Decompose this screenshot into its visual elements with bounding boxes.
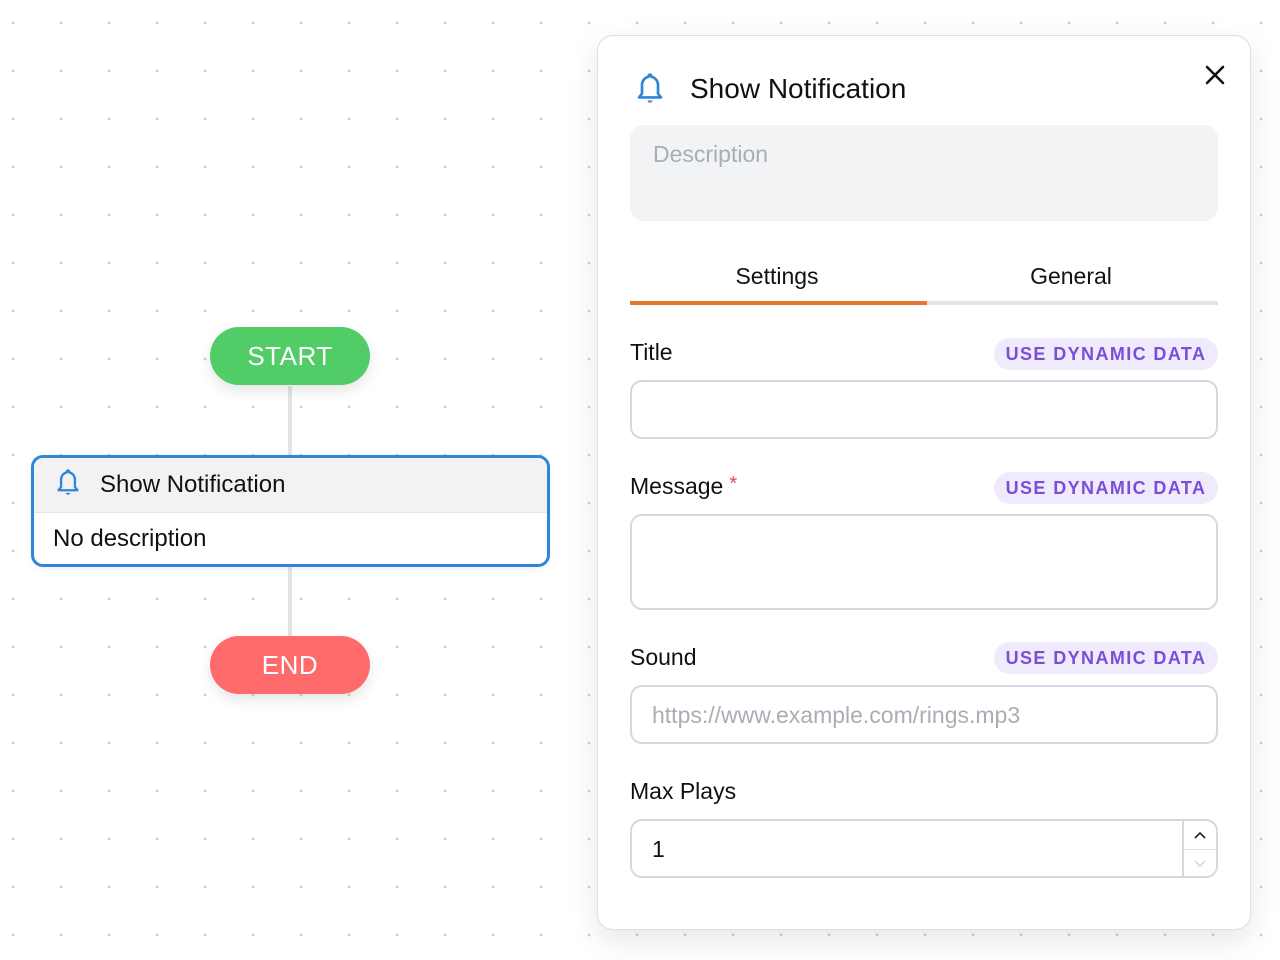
max-plays-label: Max Plays: [630, 778, 737, 804]
end-node[interactable]: END: [210, 636, 370, 694]
description-placeholder: Description: [653, 141, 769, 167]
panel-title: Show Notification: [690, 73, 907, 104]
title-input[interactable]: [630, 380, 1218, 439]
sound-use-dynamic-data-button[interactable]: USE DYNAMIC DATA: [994, 642, 1218, 674]
tab-general-indicator: [927, 301, 1218, 305]
close-icon: [1205, 65, 1225, 85]
flow-node-show-notification[interactable]: Show Notification No description: [31, 455, 550, 567]
chevron-up-icon: [1194, 831, 1206, 839]
message-use-dynamic-data-button[interactable]: USE DYNAMIC DATA: [994, 472, 1218, 504]
edge-start-to-node: [288, 386, 292, 456]
required-indicator: *: [729, 473, 738, 495]
panel-tabs: Settings General: [630, 251, 1218, 306]
description-input[interactable]: Description: [630, 125, 1218, 221]
max-plays-value: 1: [652, 836, 665, 862]
decrement-button[interactable]: [1184, 850, 1216, 878]
tab-settings-label: Settings: [735, 262, 819, 289]
edge-node-to-end: [288, 564, 292, 637]
message-label-text: Message: [630, 473, 724, 499]
chevron-down-icon: [1194, 860, 1206, 867]
node-description: No description: [53, 524, 207, 552]
tab-settings[interactable]: Settings: [630, 251, 924, 301]
max-plays-stepper: [1182, 821, 1216, 876]
max-plays-number-input[interactable]: 1: [630, 819, 1218, 878]
message-label: Message *: [630, 473, 737, 500]
node-title: Show Notification: [100, 471, 286, 498]
start-node[interactable]: START: [210, 327, 370, 385]
title-label: Title: [630, 339, 673, 365]
bell-icon: [634, 71, 666, 112]
tab-settings-indicator: [630, 301, 927, 305]
title-use-dynamic-data-button[interactable]: USE DYNAMIC DATA: [994, 338, 1218, 370]
end-label: END: [261, 649, 319, 680]
node-settings-panel: Show Notification Description Settings G…: [597, 35, 1251, 930]
start-label: START: [247, 340, 333, 371]
increment-button[interactable]: [1184, 821, 1216, 850]
tab-general[interactable]: General: [924, 251, 1218, 301]
bell-icon: [54, 468, 82, 503]
message-textarea[interactable]: [630, 514, 1218, 610]
sound-url-placeholder: https://www.example.com/rings.mp3: [652, 702, 1021, 728]
sound-label: Sound: [630, 644, 697, 670]
close-button[interactable]: [1198, 58, 1232, 92]
tab-general-label: General: [1030, 262, 1112, 289]
sound-url-input[interactable]: https://www.example.com/rings.mp3: [630, 685, 1218, 744]
node-header: Show Notification: [34, 458, 547, 513]
